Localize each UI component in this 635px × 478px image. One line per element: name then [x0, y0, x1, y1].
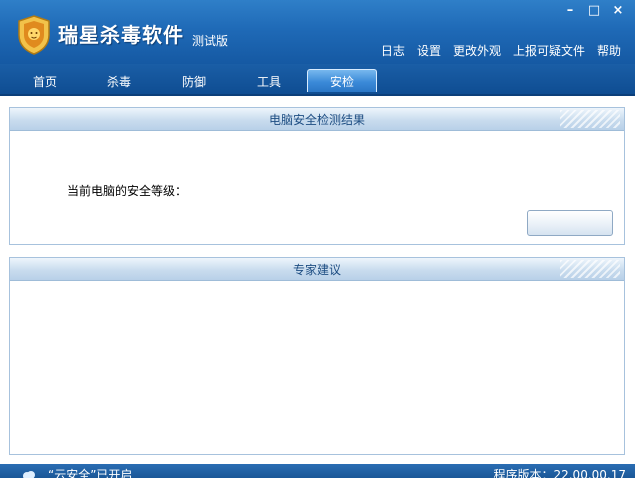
security-level-label: 当前电脑的安全等级： [67, 184, 188, 198]
cloud-icon [23, 471, 35, 478]
security-result-header: 电脑安全检测结果 [10, 108, 624, 131]
security-result-title: 电脑安全检测结果 [268, 112, 365, 127]
menu-change-skin[interactable]: 更改外观 [453, 42, 501, 59]
tab-home[interactable]: 首页 [11, 70, 79, 92]
menu-report-file[interactable]: 上报可疑文件 [513, 42, 585, 59]
security-action-button[interactable] [527, 210, 613, 236]
menu-help[interactable]: 帮助 [597, 42, 621, 59]
status-bar: “云安全”已开启 程序版本：22.00.00.17 [0, 464, 635, 478]
security-result-panel: 电脑安全检测结果 当前电脑的安全等级： [9, 107, 625, 245]
minimize-button[interactable]: – [562, 3, 578, 18]
window-controls: – □ × [562, 3, 626, 18]
tab-defense[interactable]: 防御 [160, 70, 228, 92]
maximize-button[interactable]: □ [586, 3, 602, 18]
title-bar: 瑞星杀毒软件 测试版 – □ × 日志 设置 更改外观 上报可疑文件 帮助 [0, 0, 635, 64]
program-version: 程序版本：22.00.00.17 [493, 468, 626, 478]
lion-shield-logo-icon [18, 15, 50, 55]
tab-scan[interactable]: 杀毒 [85, 70, 153, 92]
cloud-security-status[interactable]: “云安全”已开启 [48, 466, 132, 478]
menu-settings[interactable]: 设置 [417, 42, 441, 59]
tab-tools[interactable]: 工具 [235, 70, 303, 92]
expert-advice-header: 专家建议 [10, 258, 624, 281]
app-name: 瑞星杀毒软件 [58, 23, 184, 47]
top-menu: 日志 设置 更改外观 上报可疑文件 帮助 [381, 42, 621, 59]
app-edition: 测试版 [192, 34, 229, 48]
expert-advice-panel: 专家建议 [9, 257, 625, 455]
tab-security-check[interactable]: 安检 [307, 69, 377, 92]
header-stripes [560, 260, 620, 278]
expert-advice-title: 专家建议 [292, 262, 341, 277]
tab-bar: 首页 杀毒 防御 工具 安检 [0, 64, 635, 96]
header-stripes [560, 110, 620, 128]
menu-log[interactable]: 日志 [381, 42, 405, 59]
close-button[interactable]: × [610, 3, 626, 18]
